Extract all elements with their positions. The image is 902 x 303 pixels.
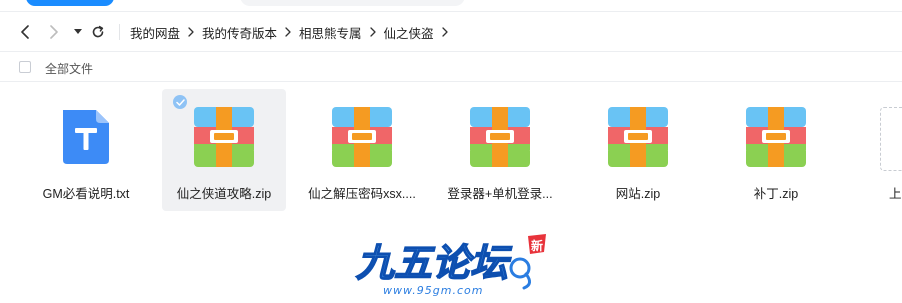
selection-bar: 全部文件 [0,52,902,82]
chevron-right-icon [180,27,202,37]
file-item[interactable]: 补丁.zip [714,89,838,211]
file-name: 网站.zip [615,187,661,201]
svg-text:九五论坛: 九五论坛 [356,241,513,285]
refresh-button[interactable] [88,22,108,42]
history-dropdown-button[interactable] [68,22,88,42]
forum-watermark-logo: 九五论坛 新 www.95gm.com [348,228,558,298]
chevron-left-icon [21,25,29,39]
upload-placeholder-label: 上 [889,187,902,201]
txt-file-icon [56,107,116,167]
chevron-right-icon [277,27,299,37]
chevron-right-icon [362,27,384,37]
breadcrumb-item[interactable]: 相思熊专属 [299,23,362,42]
file-item[interactable]: 网站.zip [576,89,700,211]
file-item-selected[interactable]: 仙之侠道攻略.zip [162,89,286,211]
svg-text:新: 新 [531,238,543,253]
breadcrumb-item[interactable]: 我的网盘 [130,23,180,42]
file-name: 仙之侠道攻略.zip [176,187,272,201]
toolbar-separator [119,24,120,40]
breadcrumb-item[interactable]: 我的传奇版本 [202,23,277,42]
file-name: 仙之解压密码xsx.... [308,187,416,201]
file-name: GM必看说明.txt [42,187,130,201]
caret-down-icon [74,29,82,34]
file-item[interactable]: 仙之解压密码xsx.... [300,89,424,211]
select-all-label: 全部文件 [45,62,94,76]
zip-archive-icon [746,107,806,167]
divider [0,81,902,82]
file-item[interactable]: 登录器+单机登录... [438,89,562,211]
file-name: 登录器+单机登录... [447,187,553,201]
zip-archive-icon [194,107,254,167]
breadcrumb-item-current[interactable]: 仙之侠盗 [384,23,434,42]
back-button[interactable] [15,22,35,42]
checkmark-icon[interactable] [173,95,187,109]
forward-button[interactable] [44,22,64,42]
upload-placeholder-card[interactable] [880,107,902,171]
zip-archive-icon [608,107,668,167]
chevron-right-icon [50,25,58,39]
chevron-right-icon [434,27,456,37]
zip-archive-icon [332,107,392,167]
navigation-bar: 我的网盘 我的传奇版本 相思熊专属 仙之侠盗 [0,12,902,52]
upload-button[interactable] [26,0,114,6]
breadcrumb: 我的网盘 我的传奇版本 相思熊专属 仙之侠盗 [130,23,456,42]
file-item[interactable]: GM必看说明.txt [24,89,148,211]
zip-archive-icon [470,107,530,167]
svg-text:www.95gm.com: www.95gm.com [383,284,483,297]
search-box[interactable] [240,0,465,6]
select-all-checkbox[interactable] [19,61,31,73]
refresh-icon [92,25,104,38]
file-name: 补丁.zip [753,187,799,201]
